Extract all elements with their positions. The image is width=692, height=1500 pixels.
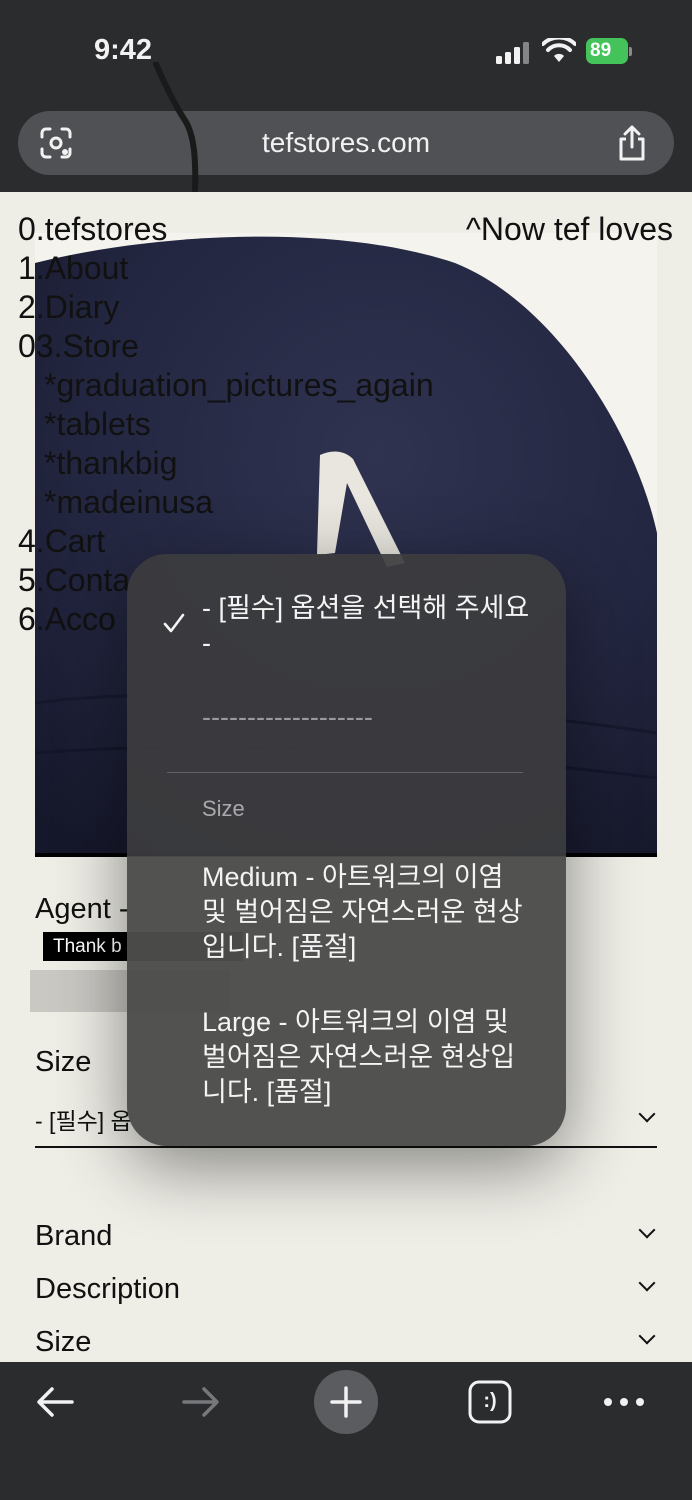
option-medium[interactable]: Medium - 아트워크의 이염 및 벌어짐은 자연스러운 현상입니다. [품… bbox=[202, 860, 532, 965]
chevron-down-icon bbox=[638, 1327, 656, 1345]
option-required-placeholder[interactable]: - [필수] 옵션을 선택해 주세요 - bbox=[202, 591, 532, 661]
cellular-signal-icon bbox=[496, 42, 532, 64]
size-label: Size bbox=[35, 1046, 92, 1078]
size-select-value[interactable]: - [필수] 옵 bbox=[35, 1102, 132, 1136]
accordion-label: Brand bbox=[35, 1220, 113, 1252]
nav-subitem-tablets[interactable]: *tablets bbox=[18, 405, 434, 444]
address-bar[interactable]: tefstores.com bbox=[18, 111, 674, 175]
new-tab-button[interactable] bbox=[314, 1370, 378, 1434]
tabs-button[interactable]: :) bbox=[458, 1370, 522, 1434]
nav-item-home[interactable]: 0.tefstores bbox=[18, 210, 434, 249]
forward-arrow-icon[interactable] bbox=[168, 1370, 232, 1434]
chevron-down-icon bbox=[638, 1221, 656, 1239]
browser-bottom-toolbar: :) bbox=[0, 1362, 692, 1500]
plus-icon bbox=[330, 1386, 362, 1418]
accordion-brand[interactable]: Brand bbox=[35, 1220, 657, 1253]
nav-item-diary[interactable]: 2.Diary bbox=[18, 288, 434, 327]
back-arrow-icon[interactable] bbox=[24, 1370, 88, 1434]
chevron-down-icon bbox=[638, 1274, 656, 1292]
more-options-icon[interactable] bbox=[592, 1370, 656, 1434]
tagline[interactable]: ^Now tef loves bbox=[466, 210, 673, 249]
checkmark-icon bbox=[163, 613, 185, 633]
pen-scribble bbox=[153, 62, 199, 192]
accordion-label: Description bbox=[35, 1273, 181, 1305]
option-group-label: Size bbox=[202, 796, 245, 821]
battery-level: 89 bbox=[590, 40, 612, 61]
url-text[interactable]: tefstores.com bbox=[18, 127, 674, 159]
battery-icon: 89 bbox=[586, 38, 632, 64]
product-title: Agent - bbox=[35, 893, 129, 925]
nav-subitem-graduation[interactable]: *graduation_pictures_again bbox=[18, 366, 434, 405]
option-separator[interactable]: ------------------- bbox=[202, 700, 532, 735]
nav-subitem-madeinusa[interactable]: *madeinusa bbox=[18, 483, 434, 522]
accordion-description[interactable]: Description bbox=[35, 1273, 657, 1306]
accordion-size[interactable]: Size bbox=[35, 1326, 657, 1359]
accordion-label: Size bbox=[35, 1326, 92, 1358]
option-large[interactable]: Large - 아트워크의 이염 및 벌어짐은 자연스러운 현상입니다. [품절… bbox=[202, 1005, 532, 1110]
share-icon[interactable] bbox=[614, 123, 650, 163]
nav-subitem-thankbig[interactable]: *thankbig bbox=[18, 444, 434, 483]
wifi-icon bbox=[542, 38, 576, 62]
tabs-face: :) bbox=[483, 1390, 497, 1412]
status-time: 9:42 bbox=[94, 34, 153, 66]
nav-item-about[interactable]: 1.About bbox=[18, 249, 434, 288]
nav-item-store[interactable]: 03.Store bbox=[18, 327, 434, 366]
browser-top-bar: 9:42 89 tefstores.com bbox=[0, 0, 692, 192]
option-picker-popup[interactable]: - [필수] 옵션을 선택해 주세요 - -------------------… bbox=[127, 554, 566, 1146]
chevron-down-icon bbox=[638, 1105, 656, 1123]
divider bbox=[167, 772, 523, 773]
